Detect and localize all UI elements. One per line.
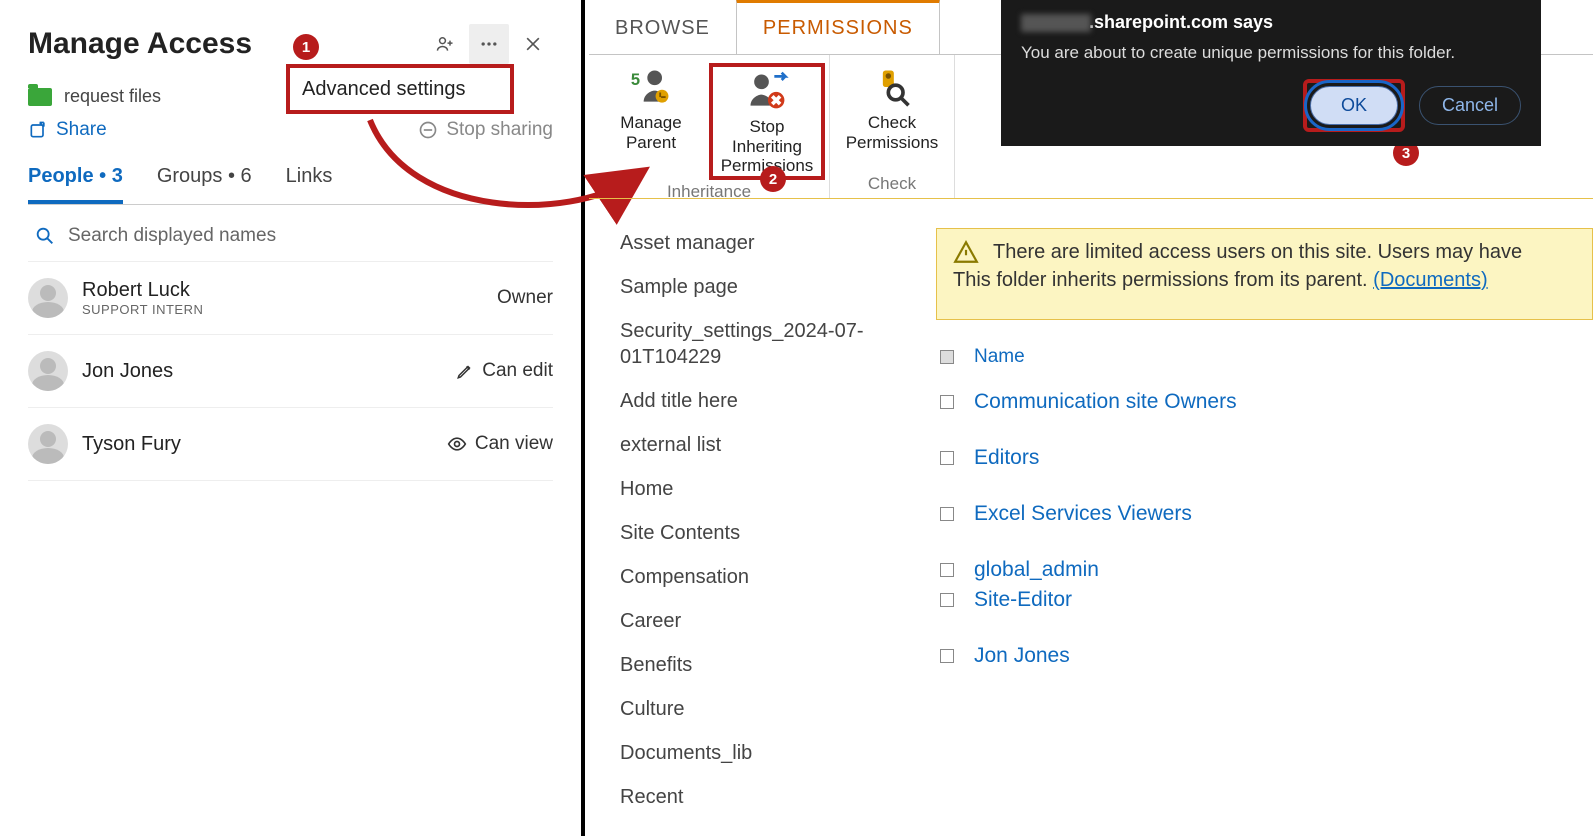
cmd-check-permissions-label: Check Permissions xyxy=(836,113,948,152)
warning-banner: There are limited access users on this s… xyxy=(936,228,1593,320)
share-button[interactable]: Share xyxy=(28,119,107,141)
group-check-label: Check xyxy=(868,172,916,196)
person-name: Jon Jones xyxy=(82,360,173,383)
select-all-checkbox[interactable] xyxy=(940,350,954,364)
person-role[interactable]: Can view xyxy=(447,433,553,455)
nav-link[interactable]: Site Contents xyxy=(620,520,910,546)
person-name: Robert Luck xyxy=(82,279,203,302)
step-badge-1: 1 xyxy=(293,34,319,60)
person-name: Tyson Fury xyxy=(82,433,181,456)
table-row: Editors xyxy=(940,430,1593,486)
nav-link[interactable]: Culture xyxy=(620,696,910,722)
dialog-cancel-button[interactable]: Cancel xyxy=(1419,86,1521,125)
manage-access-panel: Manage Access request files Share xyxy=(0,0,585,836)
tab-people[interactable]: People • 3 xyxy=(28,165,123,204)
cmd-manage-parent-label: Manage Parent xyxy=(595,113,707,152)
manage-parent-icon: 5 xyxy=(629,63,673,111)
dialog-message: You are about to create unique permissio… xyxy=(1021,43,1521,63)
browser-confirm-dialog: .sharepoint.com says You are about to cr… xyxy=(1001,0,1541,146)
avatar xyxy=(28,351,68,391)
warning-line2: This folder inherits permissions from it… xyxy=(953,269,1373,291)
row-checkbox[interactable] xyxy=(940,649,954,663)
nav-link[interactable]: Benefits xyxy=(620,652,910,678)
dialog-ok-button[interactable]: OK xyxy=(1310,86,1398,125)
warning-parent-link[interactable]: (Documents) xyxy=(1373,269,1487,291)
stop-sharing-label: Stop sharing xyxy=(446,119,553,141)
row-checkbox[interactable] xyxy=(940,451,954,465)
ribbon-tab-browse[interactable]: BROWSE xyxy=(589,3,736,54)
nav-link[interactable]: Add title here xyxy=(620,388,910,414)
avatar xyxy=(28,278,68,318)
permissions-table: Name Communication site Owners Editors E… xyxy=(940,340,1593,684)
advanced-settings-label: Advanced settings xyxy=(302,78,465,101)
nav-link[interactable]: external list xyxy=(620,432,910,458)
person-role[interactable]: Owner xyxy=(497,287,553,309)
site-nav: Asset manager Sample page Security_setting… xyxy=(620,230,910,810)
nav-link[interactable]: Home xyxy=(620,476,910,502)
nav-link[interactable]: Compensation xyxy=(620,564,910,590)
svg-text:5: 5 xyxy=(631,71,640,89)
group-link[interactable]: Editors xyxy=(974,446,1039,470)
group-link[interactable]: Jon Jones xyxy=(974,644,1070,668)
group-inheritance-label: Inheritance xyxy=(667,180,751,204)
person-role[interactable]: Can edit xyxy=(456,360,553,382)
cmd-check-permissions[interactable]: Check Permissions xyxy=(834,63,950,152)
ribbon-tab-permissions[interactable]: PERMISSIONS xyxy=(736,0,940,54)
table-row: Excel Services Viewers xyxy=(940,486,1593,542)
stop-sharing-button[interactable]: Stop sharing xyxy=(418,119,553,141)
cmd-stop-inheriting[interactable]: Stop Inheriting Permissions xyxy=(709,63,825,180)
group-link[interactable]: Excel Services Viewers xyxy=(974,502,1192,526)
group-link[interactable]: Site-Editor xyxy=(974,588,1072,612)
search-input[interactable] xyxy=(68,225,553,247)
nav-link[interactable]: Career xyxy=(620,608,910,634)
tab-groups[interactable]: Groups • 6 xyxy=(157,165,252,204)
person-row[interactable]: Tyson Fury Can view xyxy=(28,408,553,481)
blurred-domain xyxy=(1021,14,1091,32)
share-label: Share xyxy=(56,119,107,141)
table-row: Communication site Owners xyxy=(940,374,1593,430)
dialog-title: .sharepoint.com says xyxy=(1021,12,1521,33)
table-row: Site-Editor xyxy=(940,588,1593,628)
manage-access-title: Manage Access xyxy=(28,27,252,61)
nav-link[interactable]: Security_settings_2024-07-01T104229 xyxy=(620,318,910,370)
warning-line1: There are limited access users on this s… xyxy=(993,241,1522,264)
row-checkbox[interactable] xyxy=(940,593,954,607)
search-icon xyxy=(34,225,56,247)
more-options-button[interactable] xyxy=(469,24,509,64)
person-subtitle: SUPPORT INTERN xyxy=(82,302,203,317)
person-row[interactable]: Jon Jones Can edit xyxy=(28,335,553,408)
close-button[interactable] xyxy=(513,24,553,64)
column-header-name[interactable]: Name xyxy=(974,346,1025,368)
nav-link[interactable]: Recent xyxy=(620,784,910,810)
warning-icon xyxy=(953,239,979,265)
folder-name: request files xyxy=(64,86,161,107)
cmd-manage-parent[interactable]: 5 Manage Parent xyxy=(593,63,709,180)
group-link[interactable]: global_admin xyxy=(974,558,1099,582)
nav-link[interactable]: Asset manager xyxy=(620,230,910,256)
row-checkbox[interactable] xyxy=(940,395,954,409)
avatar xyxy=(28,424,68,464)
step-badge-2: 2 xyxy=(760,166,786,192)
person-row[interactable]: Robert Luck SUPPORT INTERN Owner xyxy=(28,262,553,335)
row-checkbox[interactable] xyxy=(940,563,954,577)
table-row: Jon Jones xyxy=(940,628,1593,684)
stop-inheriting-icon xyxy=(743,67,791,115)
nav-link[interactable]: Documents_lib xyxy=(620,740,910,766)
group-link[interactable]: Communication site Owners xyxy=(974,390,1237,414)
check-permissions-icon xyxy=(870,63,914,111)
nav-link[interactable]: Sample page xyxy=(620,274,910,300)
table-row: global_admin xyxy=(940,542,1593,588)
grant-access-icon[interactable] xyxy=(425,24,465,64)
tab-links[interactable]: Links xyxy=(286,165,333,204)
advanced-settings-menu-item[interactable]: Advanced settings xyxy=(286,64,514,114)
folder-icon xyxy=(28,88,52,106)
row-checkbox[interactable] xyxy=(940,507,954,521)
